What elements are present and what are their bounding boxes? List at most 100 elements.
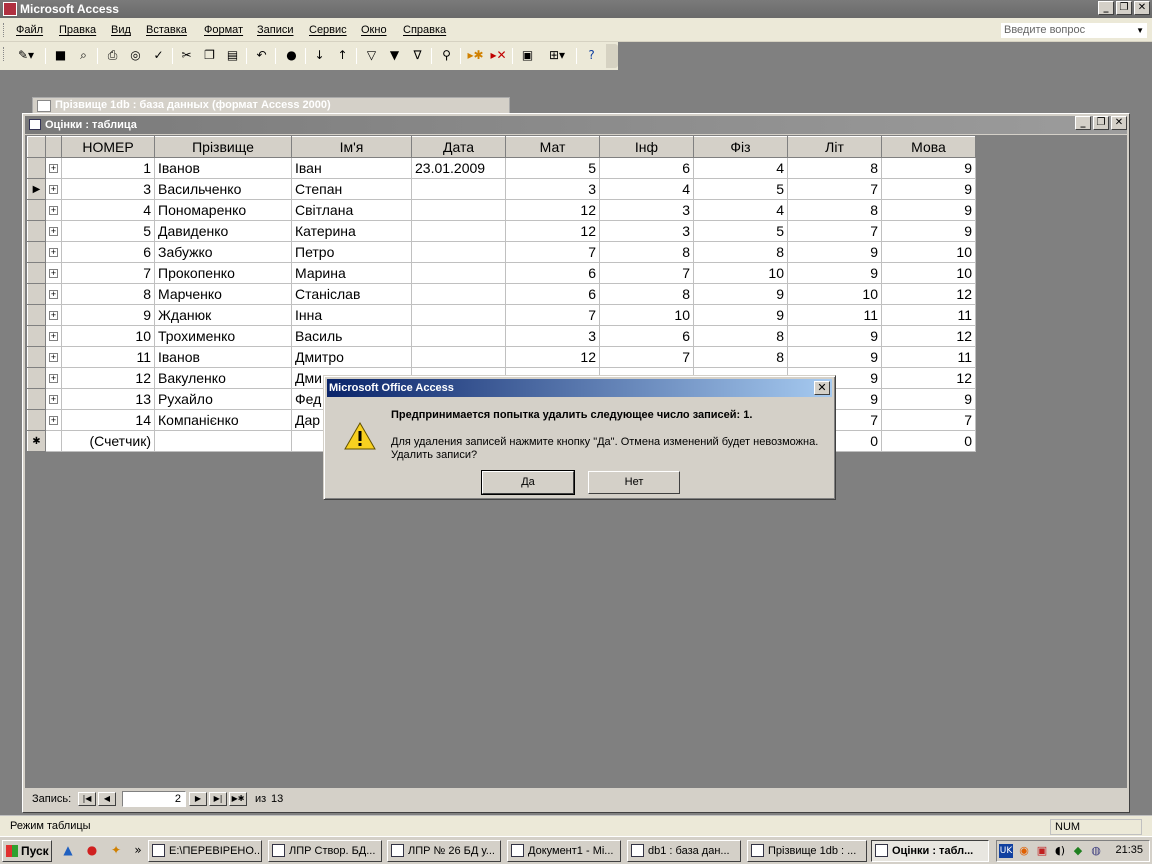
- menu-insert[interactable]: Вставка: [146, 24, 187, 36]
- table-cell[interactable]: 13: [61, 388, 155, 410]
- start-button[interactable]: Пуск: [2, 840, 52, 862]
- table-cell[interactable]: Забужко: [154, 241, 292, 263]
- column-header[interactable]: Прізвище: [154, 136, 292, 158]
- table-cell[interactable]: 14: [61, 409, 155, 431]
- no-button[interactable]: Нет: [588, 471, 680, 494]
- table-cell[interactable]: 12: [881, 367, 976, 389]
- table-row[interactable]: +1 Іванов Іван 23.01.2009 5 6 4 8 9: [27, 157, 976, 179]
- table-cell[interactable]: 11: [787, 304, 882, 326]
- table-cell[interactable]: 1: [61, 157, 155, 179]
- table-row[interactable]: ▶ +3 Васильченко Степан 3 4 5 7 9: [27, 178, 976, 200]
- record-selector[interactable]: [27, 262, 46, 284]
- find-icon[interactable]: ⚲: [438, 47, 455, 64]
- table-cell[interactable]: Пономаренко: [154, 199, 292, 221]
- table-cell[interactable]: 5: [693, 220, 788, 242]
- table-cell[interactable]: 3: [61, 178, 155, 200]
- table-cell[interactable]: 9: [881, 199, 976, 221]
- table-cell[interactable]: 3: [505, 178, 600, 200]
- table-cell[interactable]: Компанієнко: [154, 409, 292, 431]
- table-cell[interactable]: 8: [693, 325, 788, 347]
- expand-subdatasheet-icon[interactable]: +: [45, 304, 62, 326]
- search-db-icon[interactable]: ⌕: [75, 47, 92, 64]
- filter-by-selection-icon[interactable]: ▽: [363, 47, 380, 64]
- print-icon[interactable]: ⎙: [104, 47, 121, 64]
- menu-window[interactable]: Окно: [361, 24, 387, 36]
- sort-desc-icon[interactable]: ↑: [334, 47, 351, 64]
- task-word-doc-2[interactable]: ЛПР № 26 БД у...: [387, 840, 501, 862]
- task-db1[interactable]: db1 : база дан...: [627, 840, 741, 862]
- table-cell[interactable]: Станіслав: [291, 283, 412, 305]
- table-cell[interactable]: 11: [881, 346, 976, 368]
- table-cell[interactable]: 10: [787, 283, 882, 305]
- table-cell[interactable]: Давиденко: [154, 220, 292, 242]
- record-selector[interactable]: [27, 220, 46, 242]
- table-cell[interactable]: 9: [881, 157, 976, 179]
- table-cell[interactable]: 0: [881, 430, 976, 452]
- menu-file[interactable]: Файл: [16, 24, 43, 36]
- table-cell[interactable]: Дмитро: [291, 346, 412, 368]
- table-cell[interactable]: 10: [61, 325, 155, 347]
- table-restore-button[interactable]: ❐: [1093, 116, 1109, 130]
- table-cell[interactable]: 7: [505, 241, 600, 263]
- table-cell[interactable]: 9: [787, 241, 882, 263]
- table-cell[interactable]: 8: [599, 283, 694, 305]
- table-cell[interactable]: 6: [599, 325, 694, 347]
- table-cell[interactable]: 9: [61, 304, 155, 326]
- table-cell[interactable]: 11: [881, 304, 976, 326]
- database-window-icon[interactable]: ▣: [519, 47, 536, 64]
- menu-records[interactable]: Записи: [257, 24, 294, 36]
- tray-app-icon[interactable]: ◉: [1017, 844, 1031, 858]
- table-cell[interactable]: 6: [505, 283, 600, 305]
- app-restore-button[interactable]: ❐: [1116, 1, 1132, 15]
- expand-subdatasheet-icon[interactable]: +: [45, 388, 62, 410]
- table-cell[interactable]: Трохименко: [154, 325, 292, 347]
- expand-subdatasheet-icon[interactable]: +: [45, 220, 62, 242]
- column-header[interactable]: Ім'я: [291, 136, 412, 158]
- table-cell[interactable]: 4: [61, 199, 155, 221]
- hyperlink-icon[interactable]: ●: [283, 47, 300, 64]
- table-cell[interactable]: 12: [505, 346, 600, 368]
- new-record-nav-button[interactable]: ▶✱: [229, 792, 247, 806]
- first-record-button[interactable]: |◀: [78, 792, 96, 806]
- new-record-selector[interactable]: ✱: [27, 430, 46, 452]
- yes-button[interactable]: Да: [481, 470, 575, 495]
- table-cell[interactable]: 7: [599, 262, 694, 284]
- table-cell[interactable]: 6: [61, 241, 155, 263]
- menu-edit[interactable]: Правка: [59, 24, 96, 36]
- table-cell[interactable]: Іванов: [154, 157, 292, 179]
- quicklaunch-browser-icon[interactable]: ●: [84, 842, 100, 858]
- paste-icon[interactable]: ▤: [224, 47, 241, 64]
- table-cell[interactable]: 11: [61, 346, 155, 368]
- table-cell[interactable]: 10: [693, 262, 788, 284]
- table-cell[interactable]: 9: [881, 220, 976, 242]
- table-cell[interactable]: Інна: [291, 304, 412, 326]
- record-selector[interactable]: [27, 304, 46, 326]
- table-cell[interactable]: [411, 220, 506, 242]
- table-cell[interactable]: 4: [693, 199, 788, 221]
- column-header[interactable]: Літ: [787, 136, 882, 158]
- quicklaunch-more-icon[interactable]: »: [130, 842, 146, 858]
- menu-help[interactable]: Справка: [403, 24, 446, 36]
- quicklaunch-drive-icon[interactable]: ▲: [60, 842, 76, 858]
- table-cell[interactable]: 10: [599, 304, 694, 326]
- delete-record-icon[interactable]: ▸✕: [490, 47, 507, 64]
- print-preview-icon[interactable]: ◎: [127, 47, 144, 64]
- new-object-icon[interactable]: ⊞▾: [542, 47, 572, 64]
- table-cell[interactable]: 7: [61, 262, 155, 284]
- column-header[interactable]: Мова: [881, 136, 976, 158]
- table-cell[interactable]: [411, 262, 506, 284]
- table-cell[interactable]: [411, 178, 506, 200]
- menu-view[interactable]: Вид: [111, 24, 131, 36]
- table-cell[interactable]: Іван: [291, 157, 412, 179]
- table-cell[interactable]: Степан: [291, 178, 412, 200]
- record-selector[interactable]: [27, 367, 46, 389]
- apply-filter-icon[interactable]: ∇: [409, 47, 426, 64]
- table-cell[interactable]: Рухайло: [154, 388, 292, 410]
- table-cell[interactable]: 3: [599, 199, 694, 221]
- table-cell[interactable]: [411, 199, 506, 221]
- column-header[interactable]: НОМЕР: [61, 136, 155, 158]
- table-cell[interactable]: 8: [693, 346, 788, 368]
- menu-format[interactable]: Формат: [204, 24, 243, 36]
- table-cell[interactable]: 7: [599, 346, 694, 368]
- tray-volume-icon[interactable]: ◖): [1053, 844, 1067, 858]
